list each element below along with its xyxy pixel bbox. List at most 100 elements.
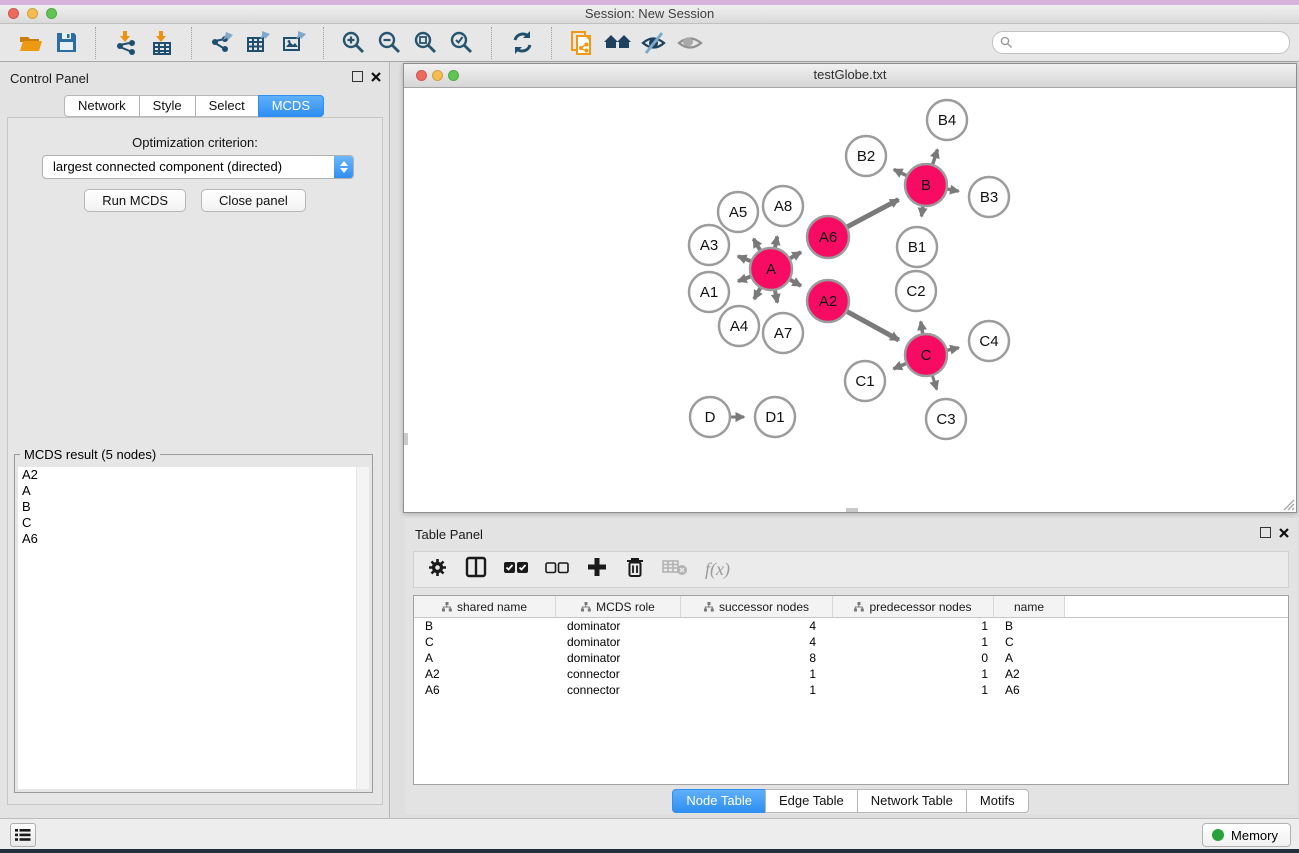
open-file-icon[interactable] — [15, 28, 45, 58]
memory-button[interactable]: Memory — [1202, 823, 1291, 847]
mcds-result-item[interactable]: A — [18, 483, 357, 499]
network-vertical-scroll-thumb[interactable] — [404, 433, 408, 445]
unselect-all-columns-icon[interactable] — [545, 561, 569, 579]
graph-node-A1[interactable]: A1 — [689, 272, 729, 312]
table-cell[interactable]: B — [414, 619, 556, 633]
table-cell[interactable]: 1 — [833, 635, 994, 649]
graph-node-A2[interactable]: A2 — [807, 280, 849, 322]
graph-node-A6[interactable]: A6 — [807, 216, 849, 258]
column-header-predecessor-nodes[interactable]: predecessor nodes — [833, 596, 994, 617]
tab-network-table[interactable]: Network Table — [857, 789, 967, 813]
table-cell[interactable]: connector — [556, 683, 681, 697]
hide-details-icon[interactable] — [639, 28, 669, 58]
table-cell[interactable]: dominator — [556, 651, 681, 665]
edge-C-C2[interactable] — [921, 322, 923, 335]
tab-select[interactable]: Select — [195, 95, 259, 117]
refresh-layout-icon[interactable] — [507, 28, 537, 58]
table-cell[interactable]: A2 — [994, 667, 1065, 681]
tab-mcds[interactable]: MCDS — [258, 95, 324, 117]
edge-A6-B[interactable] — [847, 200, 899, 228]
network-window-titlebar[interactable]: testGlobe.txt — [404, 64, 1296, 88]
tab-edge-table[interactable]: Edge Table — [765, 789, 858, 813]
graph-node-A3[interactable]: A3 — [689, 225, 729, 265]
graph-node-C2[interactable]: C2 — [896, 271, 936, 311]
tab-node-table[interactable]: Node Table — [672, 789, 766, 813]
table-cell[interactable]: 4 — [681, 619, 833, 633]
show-details-icon[interactable] — [675, 28, 705, 58]
table-cell[interactable]: C — [994, 635, 1065, 649]
edge-A-A4[interactable] — [754, 287, 761, 299]
table-cell[interactable]: A — [414, 651, 556, 665]
graph-node-B3[interactable]: B3 — [969, 177, 1009, 217]
network-zoom-button[interactable] — [448, 70, 459, 81]
table-cell[interactable]: 0 — [833, 651, 994, 665]
edge-B-B4[interactable] — [932, 149, 937, 165]
edge-A-A1[interactable] — [738, 276, 751, 281]
zoom-window-button[interactable] — [46, 8, 57, 19]
table-cell[interactable]: 8 — [681, 651, 833, 665]
search-input[interactable] — [1017, 33, 1281, 52]
table-cell[interactable]: connector — [556, 667, 681, 681]
edge-A2-C[interactable] — [846, 311, 898, 340]
edge-C-C3[interactable] — [932, 375, 936, 389]
table-cell[interactable]: 1 — [681, 667, 833, 681]
column-header-shared-name[interactable]: shared name — [414, 596, 556, 617]
close-panel-icon[interactable] — [1279, 528, 1289, 538]
graph-node-C[interactable]: C — [905, 334, 947, 376]
edge-A-A8[interactable] — [775, 236, 777, 248]
delete-table-icon[interactable] — [662, 558, 688, 581]
optimization-criterion-dropdown[interactable]: largest connected component (directed) — [42, 155, 354, 179]
table-options-icon[interactable] — [427, 557, 448, 583]
network-minimize-button[interactable] — [432, 70, 443, 81]
graph-node-A4[interactable]: A4 — [719, 306, 759, 346]
graph-node-A5[interactable]: A5 — [718, 192, 758, 232]
mcds-result-scrollbar[interactable] — [356, 467, 369, 789]
function-builder-icon[interactable]: f(x) — [705, 559, 730, 580]
graph-node-B4[interactable]: B4 — [927, 100, 967, 140]
home-icon[interactable] — [603, 28, 633, 58]
table-row[interactable]: Cdominator41C — [414, 634, 1288, 650]
zoom-fit-icon[interactable] — [411, 28, 441, 58]
table-cell[interactable]: 1 — [681, 683, 833, 697]
export-table-icon[interactable] — [243, 28, 273, 58]
save-session-icon[interactable] — [51, 28, 81, 58]
table-row[interactable]: Adominator80A — [414, 650, 1288, 666]
table-cell[interactable]: A6 — [994, 683, 1065, 697]
task-history-button[interactable] — [10, 823, 36, 847]
graph-node-B2[interactable]: B2 — [846, 136, 886, 176]
table-row[interactable]: A2connector11A2 — [414, 666, 1288, 682]
edge-A-A7[interactable] — [775, 290, 777, 303]
mcds-result-item[interactable]: A6 — [18, 531, 357, 547]
edge-C-C1[interactable] — [894, 363, 907, 369]
edge-B-B2[interactable] — [894, 169, 907, 175]
import-network-icon[interactable] — [111, 28, 141, 58]
show-columns-icon[interactable] — [465, 556, 487, 583]
edge-C-C4[interactable] — [946, 348, 958, 351]
graph-node-C1[interactable]: C1 — [845, 361, 885, 401]
tab-style[interactable]: Style — [139, 95, 196, 117]
table-cell[interactable]: A — [994, 651, 1065, 665]
network-horizontal-scroll-thumb[interactable] — [846, 508, 858, 512]
table-row[interactable]: Bdominator41B — [414, 618, 1288, 634]
graph-node-D[interactable]: D — [690, 397, 730, 437]
mcds-result-item[interactable]: B — [18, 499, 357, 515]
mcds-result-item[interactable]: C — [18, 515, 357, 531]
clone-network-icon[interactable] — [567, 28, 597, 58]
zoom-selected-icon[interactable] — [447, 28, 477, 58]
graph-node-B1[interactable]: B1 — [897, 227, 937, 267]
graph-node-C4[interactable]: C4 — [969, 321, 1009, 361]
graph-node-D1[interactable]: D1 — [755, 397, 795, 437]
edge-A-A6[interactable] — [789, 252, 801, 259]
network-close-button[interactable] — [416, 70, 427, 81]
column-header-successor-nodes[interactable]: successor nodes — [681, 596, 833, 617]
graph-node-B[interactable]: B — [905, 164, 947, 206]
graph-node-A[interactable]: A — [750, 248, 792, 290]
table-cell[interactable]: dominator — [556, 619, 681, 633]
resize-grip-icon[interactable] — [1282, 498, 1295, 511]
graph-node-C3[interactable]: C3 — [926, 399, 966, 439]
add-column-icon[interactable] — [586, 556, 608, 583]
run-mcds-button[interactable]: Run MCDS — [84, 189, 186, 212]
delete-columns-icon[interactable] — [625, 556, 645, 583]
tab-motifs[interactable]: Motifs — [966, 789, 1029, 813]
table-cell[interactable]: 1 — [833, 667, 994, 681]
